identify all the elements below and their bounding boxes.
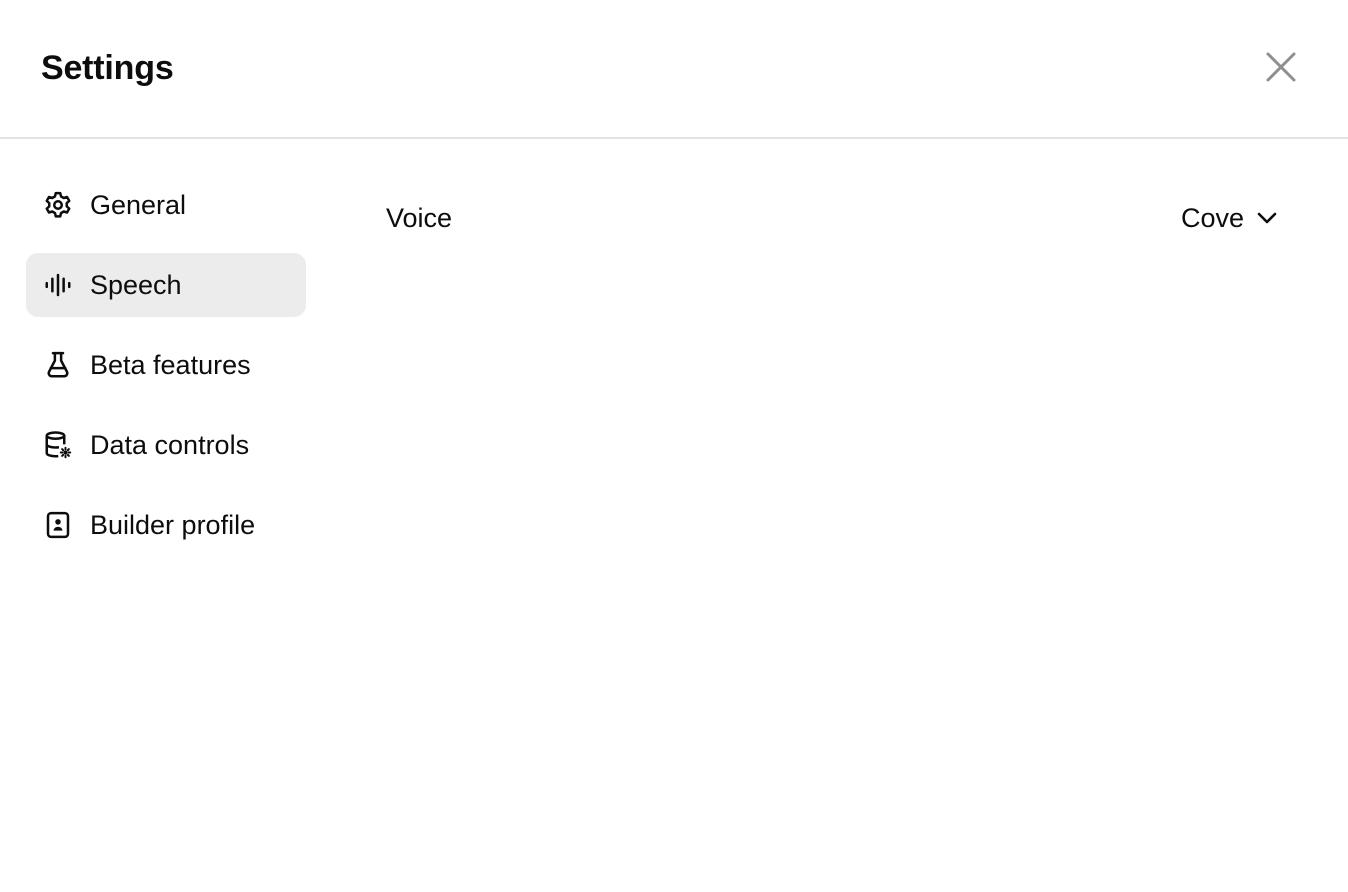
sidebar-item-data-controls[interactable]: Data controls: [26, 413, 306, 477]
sidebar-item-label: Beta features: [90, 350, 251, 380]
chevron-down-icon: [1254, 205, 1280, 231]
sidebar-item-label: General: [90, 190, 187, 220]
voice-selected-value: Cove: [1180, 203, 1244, 233]
voice-dropdown[interactable]: Cove: [1181, 196, 1280, 240]
sidebar-item-builder-profile[interactable]: Builder profile: [26, 493, 306, 557]
sidebar-item-label: Builder profile: [90, 510, 256, 540]
speech-settings-panel: Voice Cove: [386, 196, 1280, 242]
id-badge-icon: [43, 510, 73, 540]
gear-icon: [43, 190, 73, 220]
dialog-header: Settings: [0, 0, 1348, 139]
settings-sidebar: General Speech Beta features Data contro…: [26, 173, 306, 573]
sidebar-item-speech[interactable]: Speech: [26, 253, 306, 317]
dialog-title: Settings: [41, 49, 174, 87]
flask-icon: [43, 350, 73, 380]
audio-waveform-icon: [43, 270, 73, 300]
database-settings-icon: [43, 430, 73, 460]
sidebar-item-label: Speech: [90, 270, 182, 300]
sidebar-item-beta-features[interactable]: Beta features: [26, 333, 306, 397]
sidebar-item-general[interactable]: General: [26, 173, 306, 237]
close-icon: [1266, 52, 1296, 82]
voice-label: Voice: [386, 203, 453, 233]
close-button[interactable]: [1258, 44, 1304, 90]
settings-dialog: Settings General Speech Beta features Da…: [0, 0, 1348, 892]
sidebar-item-label: Data controls: [90, 430, 250, 460]
